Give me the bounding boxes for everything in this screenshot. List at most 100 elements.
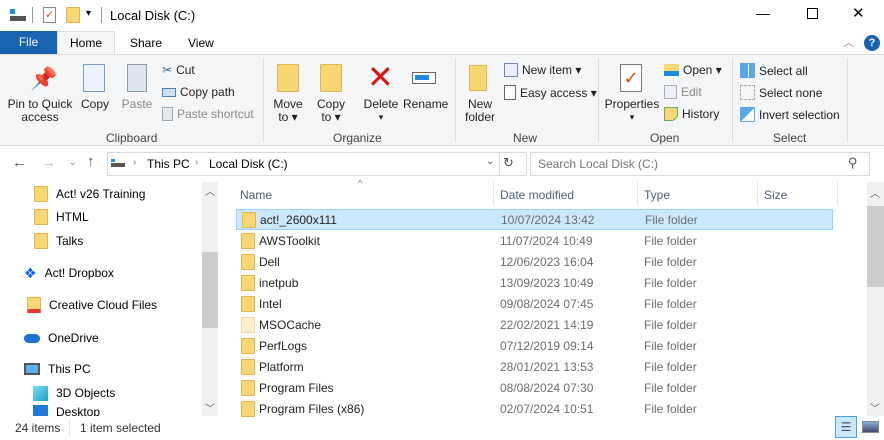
nav-item[interactable]: Desktop (0, 405, 200, 416)
new-folder-button[interactable]: New folder (460, 98, 500, 124)
dropbox-icon: ❖ (24, 264, 37, 281)
file-row[interactable]: AWSToolkit 11/07/2024 10:49 File folder (236, 231, 833, 252)
nav-item[interactable]: Act! v26 Training (0, 183, 200, 205)
copy-button[interactable]: Copy (78, 98, 112, 111)
label: New item ▾ (522, 63, 582, 77)
file-row[interactable]: Program Files (x86) 02/07/2024 10:51 File … (236, 399, 833, 420)
scroll-up-icon[interactable]: ︿ (870, 185, 880, 200)
file-type: File folder (644, 339, 697, 353)
rename-button[interactable]: Rename (403, 98, 448, 111)
minimize-button[interactable]: — (756, 5, 770, 21)
label: History (682, 107, 720, 121)
file-type: File folder (644, 360, 697, 374)
nav-item[interactable]: ❖ Act! Dropbox (0, 262, 200, 284)
paste-icon (127, 64, 147, 92)
label: Select all (759, 63, 808, 78)
file-row[interactable]: PerfLogs 07/12/2019 09:14 File folder (236, 336, 833, 357)
tab-view[interactable]: View (188, 36, 214, 50)
file-date: 22/02/2021 14:19 (500, 318, 594, 332)
scroll-down-icon[interactable]: ﹀ (870, 400, 880, 415)
refresh-button[interactable]: ↻ (503, 155, 514, 171)
search-icon[interactable]: ⚲ (848, 155, 858, 171)
select-all-button[interactable]: Select all (740, 63, 808, 78)
nav-scrollbar-thumb[interactable] (202, 252, 218, 328)
file-name: MSOCache (259, 318, 322, 332)
help-icon[interactable]: ? (864, 35, 880, 51)
history-icon (664, 107, 678, 121)
paste-shortcut-button[interactable]: Paste shortcut (162, 107, 254, 121)
address-dropdown-icon[interactable]: ⌄ (486, 156, 494, 167)
file-type: File folder (644, 297, 697, 311)
new-folder-quick-icon[interactable] (66, 7, 80, 23)
select-none-button[interactable]: Select none (740, 85, 822, 100)
file-row[interactable]: Dell 12/06/2023 16:04 File folder (236, 252, 833, 273)
close-button[interactable]: ✕ (852, 4, 865, 22)
invert-selection-button[interactable]: Invert selection (740, 107, 840, 122)
open-button[interactable]: Open ▾ (664, 63, 722, 77)
file-row[interactable]: inetpub 13/09/2023 10:49 File folder (236, 273, 833, 294)
pin-to-quick-access-button[interactable]: Pin to Quick access (6, 98, 74, 124)
properties-quick-icon[interactable]: ✓ (43, 7, 56, 23)
divider (847, 58, 848, 142)
column-size[interactable]: Size (764, 188, 787, 202)
delete-button[interactable]: Delete ▾ (361, 98, 401, 124)
forward-button[interactable]: → (41, 154, 56, 171)
breadcrumb-this-pc[interactable]: This PC (147, 157, 190, 171)
file-date: 10/07/2024 13:42 (501, 213, 595, 227)
easy-access-icon (504, 85, 516, 100)
folder-icon (241, 296, 255, 312)
cut-button[interactable]: ✂ Cut (162, 63, 195, 77)
folder-icon (34, 186, 48, 202)
file-row[interactable]: Platform 28/01/2021 13:53 File folder (236, 357, 833, 378)
sort-ascending-icon: ^ (358, 178, 363, 188)
file-row[interactable]: Program Files 08/08/2024 07:30 File folder (236, 378, 833, 399)
tab-file[interactable]: File (0, 31, 57, 54)
nav-item[interactable]: This PC (0, 358, 200, 380)
nav-item[interactable]: OneDrive (0, 327, 200, 349)
copy-path-button[interactable]: Copy path (162, 85, 235, 99)
properties-button[interactable]: Properties ▾ (603, 98, 661, 124)
file-row[interactable]: act!_2600x111 10/07/2024 13:42 File folder (236, 209, 833, 230)
scroll-down-icon[interactable]: ﹀ (205, 400, 215, 415)
scroll-up-icon[interactable]: ︿ (205, 183, 215, 198)
large-icons-view-button[interactable] (862, 421, 879, 433)
tab-share[interactable]: Share (130, 36, 162, 50)
paste-button[interactable]: Paste (120, 98, 154, 111)
file-name: act!_2600x111 (260, 213, 337, 227)
collapse-ribbon-icon[interactable]: ︿ (843, 34, 854, 50)
column-name[interactable]: Name (240, 188, 272, 202)
maximize-button[interactable] (807, 8, 818, 19)
nav-item[interactable]: HTML (0, 206, 200, 228)
column-type[interactable]: Type (644, 188, 670, 202)
file-row[interactable]: MSOCache 22/02/2021 14:19 File folder (236, 315, 833, 336)
divider (263, 58, 264, 142)
edit-button[interactable]: Edit (664, 85, 702, 99)
breadcrumb-local-disk[interactable]: Local Disk (C:) (209, 157, 288, 171)
label: Open ▾ (683, 63, 722, 77)
history-button[interactable]: History (664, 107, 719, 121)
details-view-button[interactable]: ☰ (835, 416, 857, 438)
divider (455, 58, 456, 142)
copy-to-button[interactable]: Copy to ▾ (313, 98, 349, 124)
tab-home[interactable]: Home (57, 31, 115, 55)
file-type: File folder (644, 402, 697, 416)
recent-locations-button[interactable]: ⌄ (69, 157, 77, 168)
nav-item[interactable]: Creative Cloud Files (0, 294, 200, 316)
file-row[interactable]: Intel 09/08/2024 07:45 File folder (236, 294, 833, 315)
up-button[interactable]: ↑ (87, 153, 95, 170)
folder-icon (241, 233, 255, 249)
back-button[interactable]: ← (12, 154, 27, 171)
label: to ▾ (278, 110, 298, 124)
nav-item[interactable]: Talks (0, 230, 200, 252)
new-item-button[interactable]: New item ▾ (504, 63, 581, 77)
nav-item[interactable]: 3D Objects (0, 382, 200, 404)
column-date-modified[interactable]: Date modified (500, 188, 574, 202)
label: access (21, 110, 59, 124)
easy-access-button[interactable]: Easy access ▾ (504, 85, 597, 100)
group-open-label: Open (650, 131, 680, 145)
label: folder (464, 110, 496, 124)
invert-selection-icon (740, 107, 755, 122)
customize-quick-access-icon[interactable]: ▾ (86, 8, 91, 19)
file-list-scrollbar-thumb[interactable] (867, 206, 884, 287)
move-to-button[interactable]: Move to ▾ (270, 98, 306, 124)
